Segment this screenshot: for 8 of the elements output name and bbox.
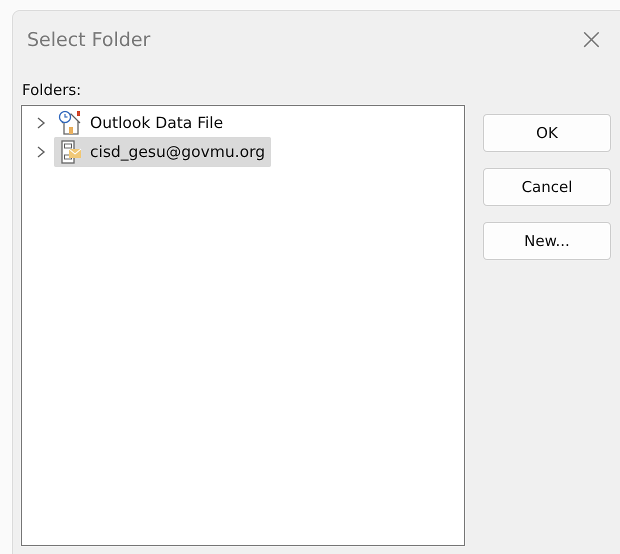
- window-title: Select Folder: [27, 29, 150, 51]
- folders-label: Folders:: [22, 81, 82, 99]
- dialog-button[interactable]: OK: [483, 114, 611, 152]
- dialog-button[interactable]: Cancel: [483, 168, 611, 206]
- tree-item[interactable]: cisd_gesu@govmu.org: [54, 136, 272, 166]
- dialog-button[interactable]: New...: [483, 222, 611, 260]
- tree-item[interactable]: Outlook Data File: [54, 108, 230, 138]
- close-button[interactable]: ×: [576, 25, 606, 55]
